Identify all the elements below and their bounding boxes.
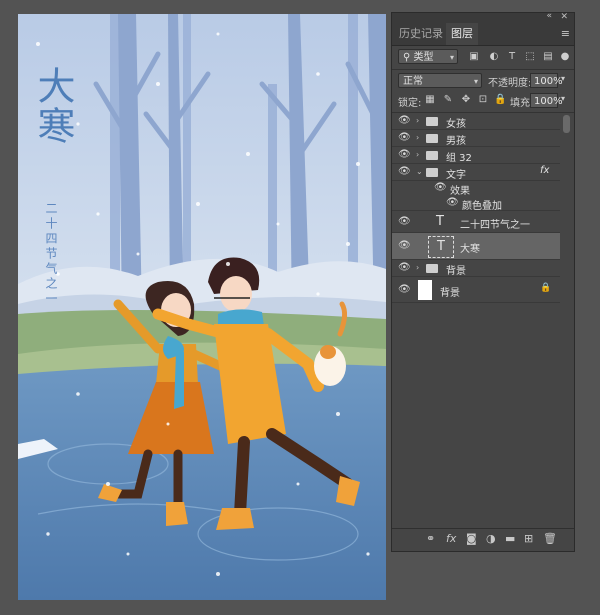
layer-row[interactable]: 👁 ⌄ 文字 fx bbox=[392, 164, 560, 181]
blend-mode-label: 正常 bbox=[403, 76, 423, 87]
filter-row: ⚲ 类型 ▾ ▣ ◐ T ⬚ ▤ ● bbox=[392, 49, 574, 67]
panel-footer: ⚭ fx ◙ ◑ ▬ ⊞ 🗑 bbox=[392, 528, 574, 551]
close-icon[interactable]: ✕ bbox=[560, 12, 568, 22]
lock-row: 锁定: ▦ ✎ ✥ ⊡ 🔒 填充: 100% ▾ bbox=[392, 93, 574, 111]
new-layer-icon[interactable]: ⊞ bbox=[524, 532, 533, 545]
eye-icon[interactable]: 👁 bbox=[398, 115, 411, 126]
layer-name: 大寒 bbox=[460, 244, 480, 255]
collapse-icon[interactable]: « bbox=[546, 11, 552, 21]
filter-smart-icon[interactable]: ▤ bbox=[542, 51, 554, 63]
layer-name: 文字 bbox=[446, 170, 466, 181]
layer-name: 背景 bbox=[446, 266, 466, 277]
filter-pixel-icon[interactable]: ▣ bbox=[468, 51, 480, 63]
layer-row[interactable]: 👁 › 女孩 bbox=[392, 113, 560, 130]
folder-open-icon bbox=[426, 168, 438, 177]
panel-tabs: 历史记录 图层 ≡ bbox=[392, 23, 574, 46]
filter-toggle-icon[interactable]: ● bbox=[559, 51, 571, 63]
document-canvas[interactable]: 大寒 二十四节气之一 bbox=[18, 14, 386, 600]
chevron-down-icon: ▾ bbox=[473, 77, 478, 86]
eye-icon[interactable]: 👁 bbox=[446, 197, 459, 208]
folder-icon[interactable]: ▬ bbox=[505, 532, 515, 545]
chevron-right-icon[interactable]: › bbox=[416, 263, 419, 272]
fill-field[interactable]: 100% bbox=[530, 93, 563, 108]
filter-kind-label: 类型 bbox=[413, 52, 434, 63]
folder-icon bbox=[426, 134, 438, 143]
eye-icon[interactable]: 👁 bbox=[398, 262, 411, 273]
layer-name: 女孩 bbox=[446, 119, 466, 130]
effect-row[interactable]: 👁 颜色叠加 bbox=[392, 196, 560, 212]
trash-icon[interactable]: 🗑 bbox=[543, 532, 557, 545]
layer-row[interactable]: 👁 背景 🔒 bbox=[392, 277, 560, 303]
lock-paint-icon[interactable]: ✎ bbox=[442, 94, 454, 106]
filter-kind-dropdown[interactable]: ⚲ 类型 ▾ bbox=[398, 49, 458, 64]
filter-shape-icon[interactable]: ⬚ bbox=[524, 51, 536, 63]
folder-icon bbox=[426, 151, 438, 160]
eye-icon[interactable]: 👁 bbox=[398, 149, 411, 160]
folder-icon bbox=[426, 264, 438, 273]
eye-icon[interactable]: 👁 bbox=[398, 132, 411, 143]
fx-icon[interactable]: fx bbox=[446, 532, 456, 545]
lock-all-icon[interactable]: 🔒 bbox=[494, 94, 506, 106]
filter-text-icon[interactable]: T bbox=[506, 51, 518, 63]
folder-icon bbox=[426, 117, 438, 126]
opacity-field[interactable]: 100% bbox=[530, 73, 563, 88]
chevron-down-icon[interactable]: ▾ bbox=[561, 94, 565, 103]
layer-name: 背景 bbox=[440, 288, 460, 299]
panel-grip[interactable]: « ✕ bbox=[392, 11, 574, 23]
blend-mode-dropdown[interactable]: 正常 ▾ bbox=[398, 73, 482, 88]
layer-name: 二十四节气之一 bbox=[460, 220, 530, 231]
layer-row-selected[interactable]: 👁 T 大寒 bbox=[392, 233, 560, 260]
layers-scrollbar[interactable] bbox=[562, 105, 571, 283]
layer-name: 男孩 bbox=[446, 136, 466, 147]
layers-panel: « ✕ 历史记录 图层 ≡ ⚲ 类型 ▾ ▣ ◐ T ⬚ ▤ ● 正常 ▾ 不透… bbox=[391, 11, 575, 552]
chevron-down-icon: ▾ bbox=[449, 53, 454, 62]
effects-label: 效果 bbox=[450, 186, 470, 197]
search-icon: ⚲ bbox=[403, 52, 411, 63]
blend-row: 正常 ▾ 不透明度: 100% ▾ bbox=[392, 73, 574, 91]
chevron-right-icon[interactable]: › bbox=[416, 116, 419, 125]
adjustment-icon[interactable]: ◑ bbox=[486, 532, 496, 545]
layer-row[interactable]: 👁 › 组 32 bbox=[392, 147, 560, 164]
effect-name: 颜色叠加 bbox=[462, 201, 502, 212]
layer-row[interactable]: 👁 › 背景 bbox=[392, 260, 560, 277]
canvas-subtitle-text: 二十四节气之一 bbox=[44, 202, 58, 307]
filter-adjust-icon[interactable]: ◐ bbox=[488, 51, 500, 63]
tab-history[interactable]: 历史记录 bbox=[394, 23, 448, 45]
layer-row[interactable]: 👁 T 二十四节气之一 bbox=[392, 211, 560, 233]
canvas-title-text: 大寒 bbox=[31, 66, 75, 146]
scrollbar-thumb[interactable] bbox=[563, 115, 570, 133]
layer-name: 组 32 bbox=[446, 153, 472, 164]
chevron-down-icon[interactable]: ⌄ bbox=[416, 167, 423, 176]
lock-label: 锁定: bbox=[398, 98, 422, 109]
panel-menu-icon[interactable]: ≡ bbox=[561, 27, 570, 40]
eye-icon[interactable]: 👁 bbox=[398, 166, 411, 177]
divider bbox=[392, 69, 574, 70]
link-icon[interactable]: ⚭ bbox=[426, 532, 435, 545]
chevron-right-icon[interactable]: › bbox=[416, 133, 419, 142]
chevron-right-icon[interactable]: › bbox=[416, 150, 419, 159]
eye-icon[interactable]: 👁 bbox=[434, 182, 447, 193]
lock-icon: 🔒 bbox=[540, 283, 552, 293]
chevron-down-icon[interactable]: ▾ bbox=[561, 74, 565, 83]
text-layer-icon: T bbox=[436, 214, 444, 229]
layer-thumbnail bbox=[418, 280, 432, 300]
lock-transparent-icon[interactable]: ▦ bbox=[424, 94, 436, 106]
lock-move-icon[interactable]: ✥ bbox=[460, 94, 472, 106]
eye-icon[interactable]: 👁 bbox=[398, 284, 411, 295]
lock-artboard-icon[interactable]: ⊡ bbox=[477, 94, 489, 106]
opacity-label: 不透明度: bbox=[488, 78, 532, 89]
effects-header-row: 👁 效果 bbox=[392, 181, 560, 197]
fx-icon[interactable]: fx bbox=[540, 165, 549, 176]
mask-icon[interactable]: ◙ bbox=[466, 532, 477, 545]
text-layer-icon: T bbox=[428, 236, 454, 258]
tab-layers[interactable]: 图层 bbox=[446, 23, 478, 45]
eye-icon[interactable]: 👁 bbox=[398, 240, 411, 251]
layer-row[interactable]: 👁 › 男孩 bbox=[392, 130, 560, 147]
eye-icon[interactable]: 👁 bbox=[398, 216, 411, 227]
